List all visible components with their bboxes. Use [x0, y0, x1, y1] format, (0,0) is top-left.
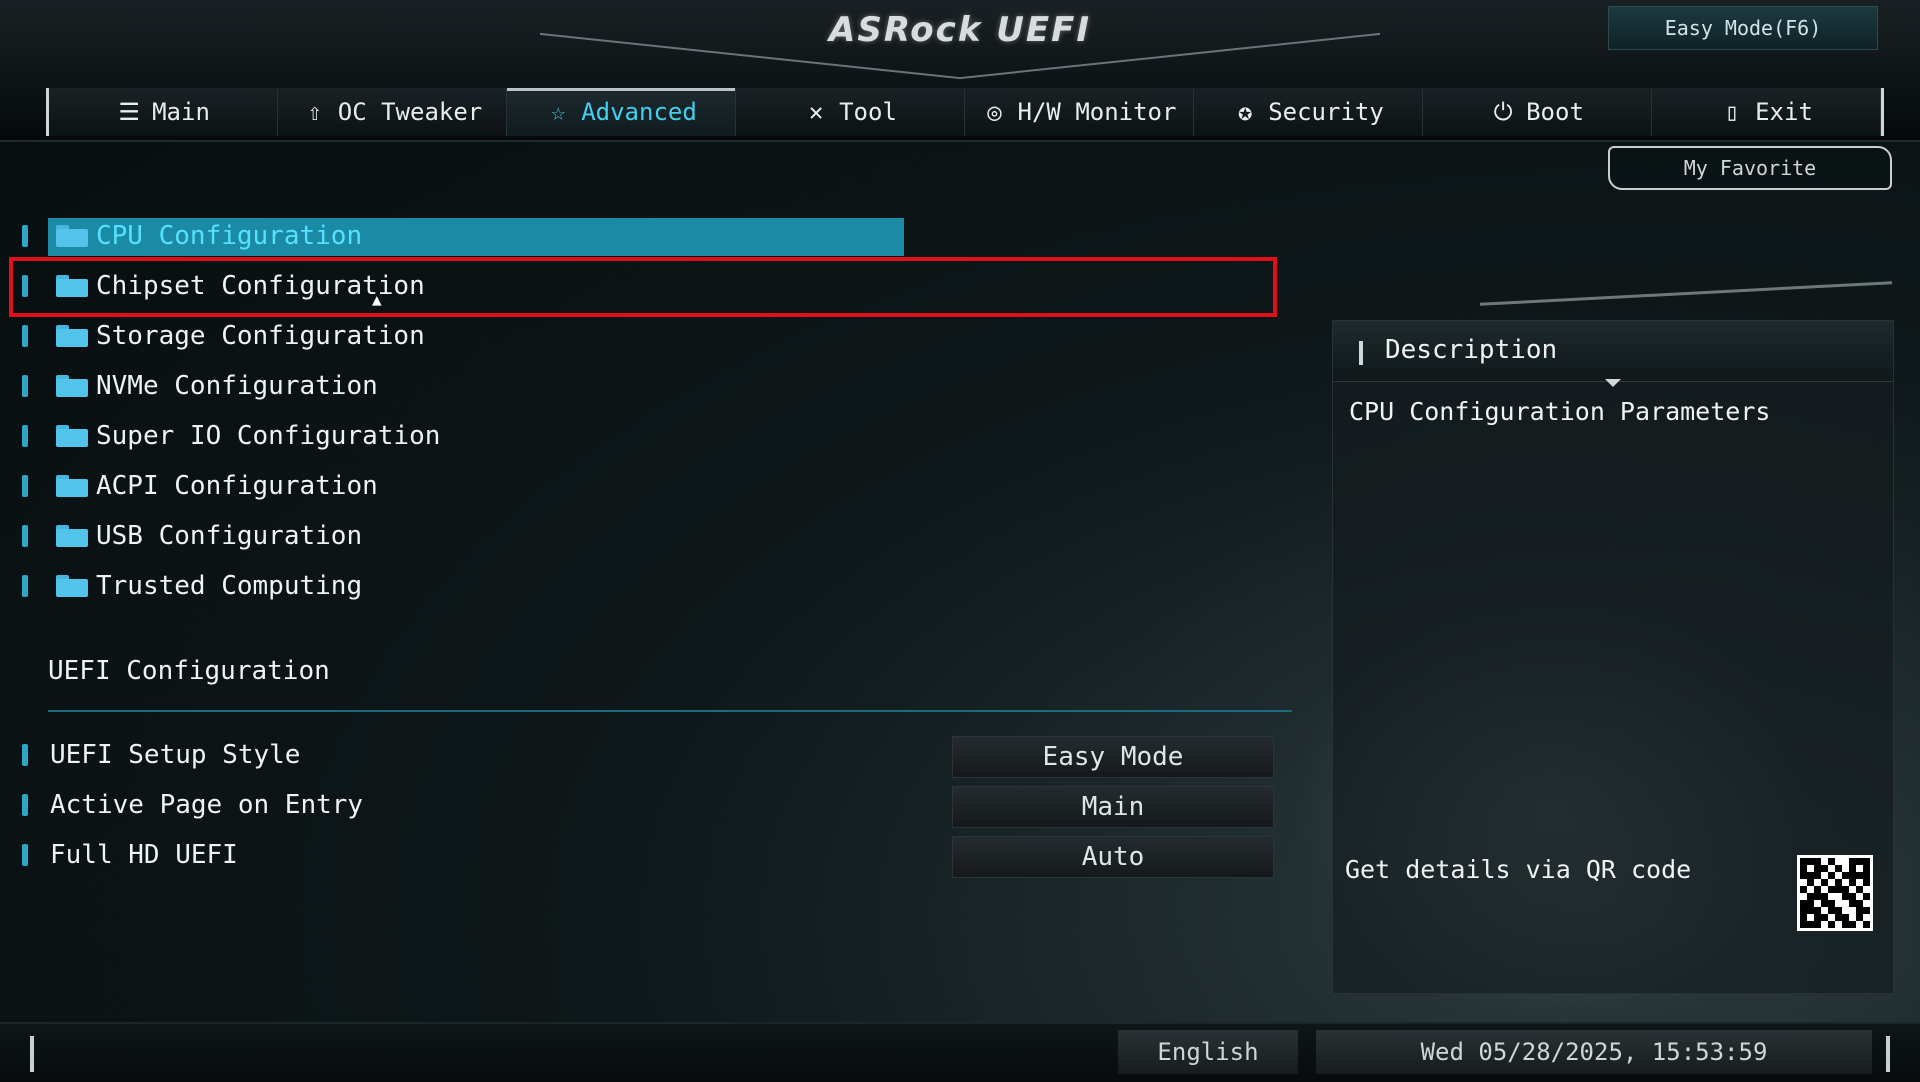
option-value-select[interactable]: Auto	[952, 836, 1274, 878]
option-value-select[interactable]: Easy Mode	[952, 736, 1274, 778]
star-icon: ☆	[550, 98, 566, 126]
menu-item-label: Trusted Computing	[96, 571, 363, 601]
chevron-down-icon	[1605, 379, 1621, 387]
folder-icon	[56, 325, 88, 347]
tab-label: H/W Monitor	[1017, 98, 1177, 126]
tab-label: Boot	[1526, 98, 1584, 126]
folder-icon	[56, 425, 88, 447]
folder-icon	[56, 475, 88, 497]
monitor-gauge-icon: ◎	[987, 98, 1002, 126]
focus-outline	[9, 257, 1277, 317]
rocket-icon: ⇧	[307, 98, 322, 126]
tab-label: Exit	[1755, 98, 1813, 126]
description-title: Description	[1385, 335, 1558, 365]
menu-item-label: USB Configuration	[96, 521, 363, 551]
row-marker	[22, 475, 28, 497]
row-marker	[22, 325, 28, 347]
status-bar-marker-left	[30, 1036, 34, 1072]
option-label: Full HD UEFI	[50, 840, 238, 870]
option-label: UEFI Setup Style	[50, 740, 301, 770]
menu-item-storage-configuration[interactable]: Storage Configuration	[0, 316, 1290, 356]
option-uefi-setup-style: UEFI Setup Style Easy Mode	[0, 736, 1290, 778]
status-bar-marker-right	[1886, 1036, 1890, 1072]
option-active-page-on-entry: Active Page on Entry Main	[0, 786, 1290, 828]
menu-item-cpu-configuration[interactable]: CPU Configuration	[0, 216, 1290, 256]
tab-advanced[interactable]: ☆ Advanced	[507, 88, 736, 136]
tools-icon: ✕	[808, 98, 824, 126]
menu-item-acpi-configuration[interactable]: ACPI Configuration	[0, 466, 1290, 506]
tab-exit[interactable]: ▯ Exit	[1652, 88, 1881, 136]
menu-item-label: Storage Configuration	[96, 321, 425, 351]
my-favorite-button[interactable]: My Favorite	[1608, 146, 1892, 190]
shield-icon: ✪	[1237, 98, 1253, 126]
menu-item-label: NVMe Configuration	[96, 371, 378, 401]
header-marker	[1359, 341, 1363, 365]
easy-mode-button[interactable]: Easy Mode(F6)	[1608, 6, 1878, 50]
menu-item-label: Super IO Configuration	[96, 421, 441, 451]
tab-label: Security	[1268, 98, 1384, 126]
row-marker	[22, 844, 28, 866]
tab-label: Advanced	[581, 98, 697, 126]
status-bar: English Wed 05/28/2025, 15:53:59	[0, 1022, 1920, 1082]
top-header: ASRock UEFI Easy Mode(F6) ☰ Main ⇧ OC Tw…	[0, 0, 1920, 142]
section-title-uefi-configuration: UEFI Configuration	[48, 656, 330, 686]
tab-label: Main	[152, 98, 210, 126]
option-full-hd-uefi: Full HD UEFI Auto	[0, 836, 1290, 878]
row-marker	[22, 794, 28, 816]
tab-oc-tweaker[interactable]: ⇧ OC Tweaker	[278, 88, 507, 136]
row-marker	[22, 744, 28, 766]
tab-hw-monitor[interactable]: ◎ H/W Monitor	[965, 88, 1194, 136]
menu-item-super-io-configuration[interactable]: Super IO Configuration	[0, 416, 1290, 456]
description-header: Description	[1333, 321, 1893, 387]
qr-code-icon	[1797, 855, 1873, 931]
menu-item-usb-configuration[interactable]: USB Configuration	[0, 516, 1290, 556]
folder-icon	[56, 575, 88, 597]
section-divider	[48, 710, 1292, 712]
folder-icon	[56, 225, 88, 247]
row-marker	[22, 575, 28, 597]
mouse-pointer-icon: ▲	[372, 290, 382, 309]
folder-icon	[56, 375, 88, 397]
option-label: Active Page on Entry	[50, 790, 364, 820]
list-icon: ☰	[118, 98, 140, 126]
row-marker	[22, 425, 28, 447]
tab-label: OC Tweaker	[337, 98, 483, 126]
language-button[interactable]: English	[1118, 1030, 1298, 1074]
menu-item-label: ACPI Configuration	[96, 471, 378, 501]
date-time-display: Wed 05/28/2025, 15:53:59	[1316, 1030, 1872, 1074]
tab-security[interactable]: ✪ Security	[1194, 88, 1423, 136]
tab-label: Tool	[839, 98, 897, 126]
exit-door-icon: ▯	[1724, 98, 1740, 126]
tab-tool[interactable]: ✕ Tool	[736, 88, 965, 136]
row-marker	[22, 225, 28, 247]
description-panel: Description CPU Configuration Parameters…	[1332, 320, 1894, 994]
option-value-select[interactable]: Main	[952, 786, 1274, 828]
row-marker	[22, 525, 28, 547]
power-icon: ⏻	[1493, 98, 1513, 126]
menu-item-label: CPU Configuration	[96, 221, 363, 251]
menu-item-nvme-configuration[interactable]: NVMe Configuration	[0, 366, 1290, 406]
row-marker	[22, 375, 28, 397]
qr-label: Get details via QR code	[1345, 855, 1692, 884]
description-text: CPU Configuration Parameters	[1349, 397, 1771, 426]
folder-icon	[56, 525, 88, 547]
tab-boot[interactable]: ⏻ Boot	[1423, 88, 1652, 136]
tab-main[interactable]: ☰ Main	[49, 88, 278, 136]
menu-item-trusted-computing[interactable]: Trusted Computing	[0, 566, 1290, 606]
main-tab-bar: ☰ Main ⇧ OC Tweaker ☆ Advanced ✕ Tool ◎ …	[46, 88, 1884, 136]
